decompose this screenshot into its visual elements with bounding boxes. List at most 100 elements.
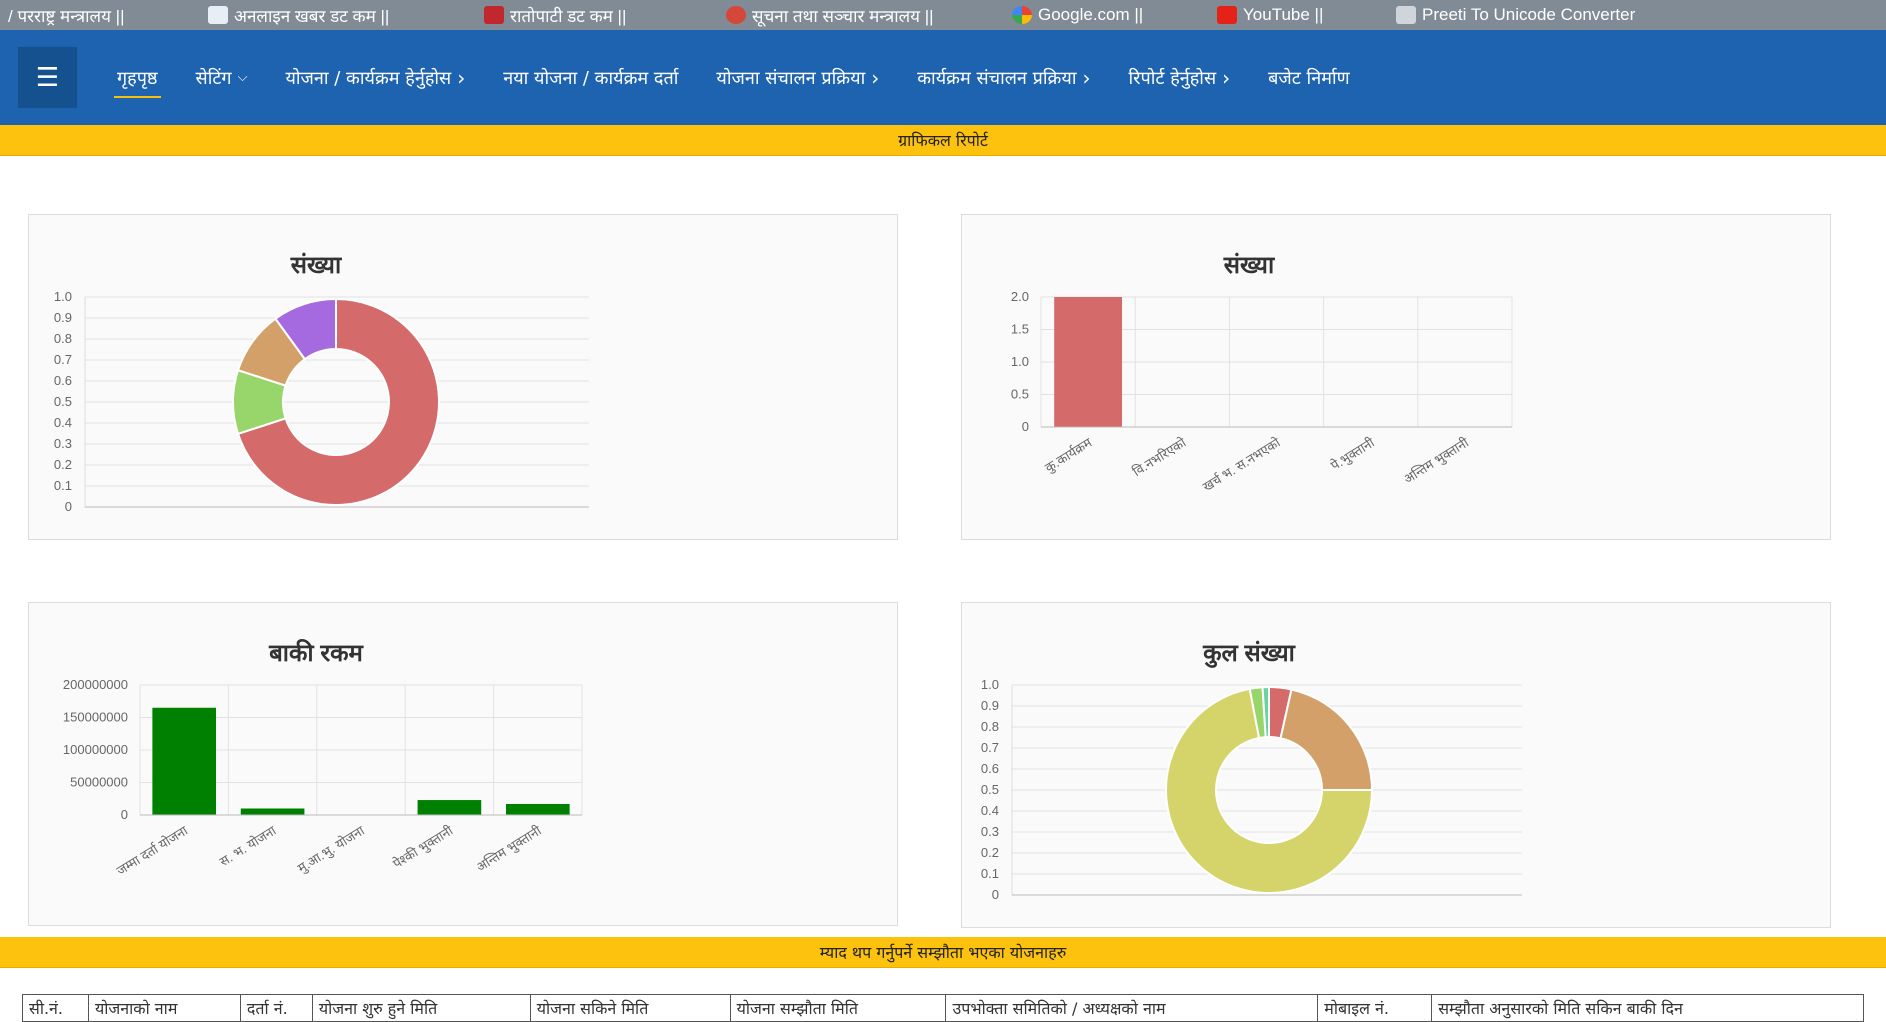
y-tick-label: 0 (1022, 419, 1029, 434)
x-tick-label: मु.आ.भु. योजना (295, 822, 368, 876)
bar (1054, 297, 1123, 427)
chevron-right-icon: › (457, 65, 466, 90)
nav-item-label: नया योजना / कार्यक्रम दर्ता (503, 67, 679, 89)
count-bar-chart: संख्या 2.0 1.5 1.0 0.5 0 कु.कार्यक्रम वि.नभरिएक… (1011, 252, 1513, 494)
y-tick-label: 0.5 (54, 394, 72, 409)
table-header-cell: योजना शुरु हुने मिति (311, 994, 531, 1022)
bookmark-item[interactable]: सूचना तथा सञ्चार मन्त्रालय || (726, 4, 1012, 27)
bar (240, 808, 305, 815)
table-header-cell: योजनाको नाम (87, 994, 241, 1022)
bar (152, 707, 217, 815)
x-tick-label: पेश्की भुक्तानी (390, 822, 456, 872)
table-header-row: सी.नं. योजनाको नाम दर्ता नं. योजना शुरु हुन… (22, 994, 1864, 1022)
bookmark-label: रातोपाटी डट कम || (510, 6, 627, 26)
y-tick-label: 0 (121, 807, 128, 822)
bookmark-item[interactable]: Preeti To Unicode Converter (1396, 5, 1656, 25)
chart-title: कुल संख्या (1202, 640, 1296, 668)
y-tick-label: 1.0 (981, 677, 999, 692)
chart-title: संख्या (290, 252, 342, 279)
table-header-cell: सम्झौता अनुसारको मिति सकिन बाकी दिन (1431, 994, 1864, 1022)
y-tick-label: 2.0 (1011, 289, 1029, 304)
bookmark-label: YouTube || (1243, 5, 1324, 24)
y-tick-label: 0.4 (54, 415, 72, 430)
nav-item-label: कार्यक्रम संचालन प्रक्रिया (917, 67, 1077, 89)
preeti-icon (1396, 6, 1416, 24)
extension-agreements-header: म्याद थप गर्नुपर्ने सम्झौता भएका योजनाहर… (0, 937, 1886, 968)
bar (417, 800, 482, 815)
x-tick-label: पे.भुक्तानी (1328, 434, 1378, 474)
nav-item-4[interactable]: योजना संचालन प्रक्रिया › (716, 66, 879, 90)
table-header-cell: उपभोक्ता समितिको / अध्यक्षको नाम (945, 994, 1319, 1022)
youtube-icon (1217, 6, 1237, 24)
chevron-down-icon: ⌵ (237, 70, 248, 85)
nav-item-label: योजना संचालन प्रक्रिया (716, 67, 866, 89)
nav-item-5[interactable]: कार्यक्रम संचालन प्रक्रिया › (917, 66, 1090, 90)
bookmark-label: Google.com || (1038, 5, 1144, 24)
section-title: ग्राफिकल रिपोर्ट (898, 131, 988, 150)
menu-toggle-button[interactable]: ☰ (18, 47, 77, 108)
chevron-right-icon: › (1082, 65, 1091, 90)
y-tick-label: 0.4 (981, 803, 999, 818)
nav-item-7[interactable]: बजेट निर्माण (1268, 66, 1350, 90)
y-tick-label: 0 (65, 499, 72, 514)
chart-title: बाकी रकम (268, 639, 364, 667)
nav-item-1[interactable]: सेटिंग ⌵ (196, 66, 248, 90)
y-tick-label: 100000000 (63, 742, 128, 757)
count-doughnut-chart: संख्या 1.0 0.9 0.8 0.7 0.6 0.5 0.4 0.3 0.2 0.1 0 (54, 252, 589, 514)
y-tick-label: 0.7 (54, 352, 72, 367)
x-tick-label: स. भ. योजना (217, 822, 279, 869)
y-tick-label: 0.3 (981, 824, 999, 839)
bookmark-item[interactable]: रातोपाटी डट कम || (484, 4, 726, 27)
remaining-amount-bar-chart: बाकी रकम 200000000 150000000 100000000 50000… (63, 639, 583, 878)
y-tick-label: 0.9 (981, 698, 999, 713)
nav-item-label: सेटिंग (195, 67, 232, 89)
y-tick-label: 0.5 (1011, 387, 1029, 402)
y-tick-label: 0.8 (54, 331, 72, 346)
nav-item-3[interactable]: नया योजना / कार्यक्रम दर्ता (503, 66, 678, 90)
nav-item-2[interactable]: योजना / कार्यक्रम हेर्नुहोस › (285, 66, 465, 90)
bookmark-label: / परराष्ट्र मन्त्रालय || (8, 6, 125, 26)
x-tick-label: कु.कार्यक्रम (1042, 435, 1095, 476)
total-count-doughnut-chart: कुल संख्या 1.0 0.9 0.8 0.7 0.6 0.5 0.4 0.3 0.2 0.1… (981, 640, 1522, 902)
y-tick-label: 0.2 (981, 845, 999, 860)
table-header-cell: योजना सकिने मिति (529, 994, 731, 1022)
y-tick-label: 0.8 (981, 719, 999, 734)
y-tick-label: 1.0 (54, 289, 72, 304)
nav-item-label: गृहपृष्ठ (117, 67, 158, 89)
bookmark-item[interactable]: Google.com || (1012, 5, 1217, 25)
chevron-right-icon: › (871, 65, 880, 90)
x-tick-label: वि.नभरिएको (1130, 434, 1189, 479)
table-header-cell: सी.नं. (22, 994, 89, 1022)
chart-panel-count-doughnut: संख्या 1.0 0.9 0.8 0.7 0.6 0.5 0.4 0.3 0.2 0.1 0 (28, 214, 898, 540)
y-tick-label: 0.9 (54, 310, 72, 325)
table-header-cell: योजना सम्झौता मिति (729, 994, 947, 1022)
y-tick-label: 0.1 (981, 866, 999, 881)
section-title: म्याद थप गर्नुपर्ने सम्झौता भएका योजनाहर… (819, 943, 1067, 962)
doughnut-slice (1279, 688, 1374, 791)
onlinekhabar-icon (208, 6, 228, 24)
nav-item-0[interactable]: गृहपृष्ठ (114, 66, 161, 98)
nav-item-label: बजेट निर्माण (1268, 67, 1350, 89)
chevron-right-icon: › (1222, 65, 1231, 90)
bookmark-label: अनलाइन खबर डट कम || (234, 6, 390, 26)
nepal-emblem-icon (726, 6, 746, 24)
main-navbar: ☰ गृहपृष्ठ सेटिंग ⌵ योजना / कार्यक्रम हेर्न… (0, 30, 1886, 125)
chart-panel-count-bar: संख्या 2.0 1.5 1.0 0.5 0 कु.कार्यक्रम वि.नभरिएक… (961, 214, 1831, 540)
nav-item-6[interactable]: रिपोर्ट हेर्नुहोस › (1128, 66, 1230, 90)
hamburger-icon: ☰ (35, 62, 60, 93)
y-tick-label: 0 (992, 887, 999, 902)
bookmark-item[interactable]: / परराष्ट्र मन्त्रालय || (8, 4, 208, 27)
table-header-cell: दर्ता नं. (239, 994, 313, 1022)
graphical-report-header: ग्राफिकल रिपोर्ट (0, 125, 1886, 156)
x-tick-label: जम्मा दर्ता योजना (114, 822, 191, 878)
y-tick-label: 0.6 (981, 761, 999, 776)
chart-panels: संख्या 1.0 0.9 0.8 0.7 0.6 0.5 0.4 0.3 0.2 0.1 0 सं… (0, 156, 1886, 936)
x-tick-label: खर्च भ. स.नभएको (1200, 434, 1283, 494)
nav-item-label: योजना / कार्यक्रम हेर्नुहोस (285, 67, 452, 89)
bookmark-item[interactable]: YouTube || (1217, 5, 1396, 25)
x-tick-label: अन्तिम भुक्तानी (1401, 434, 1472, 487)
chart-panel-total-count-doughnut: कुल संख्या 1.0 0.9 0.8 0.7 0.6 0.5 0.4 0.3 0.2 0.1… (961, 602, 1831, 928)
bookmarks-bar: / परराष्ट्र मन्त्रालय || अनलाइन खबर डट कम… (0, 0, 1886, 30)
bookmark-item[interactable]: अनलाइन खबर डट कम || (208, 4, 484, 27)
ratopati-icon (484, 6, 504, 24)
